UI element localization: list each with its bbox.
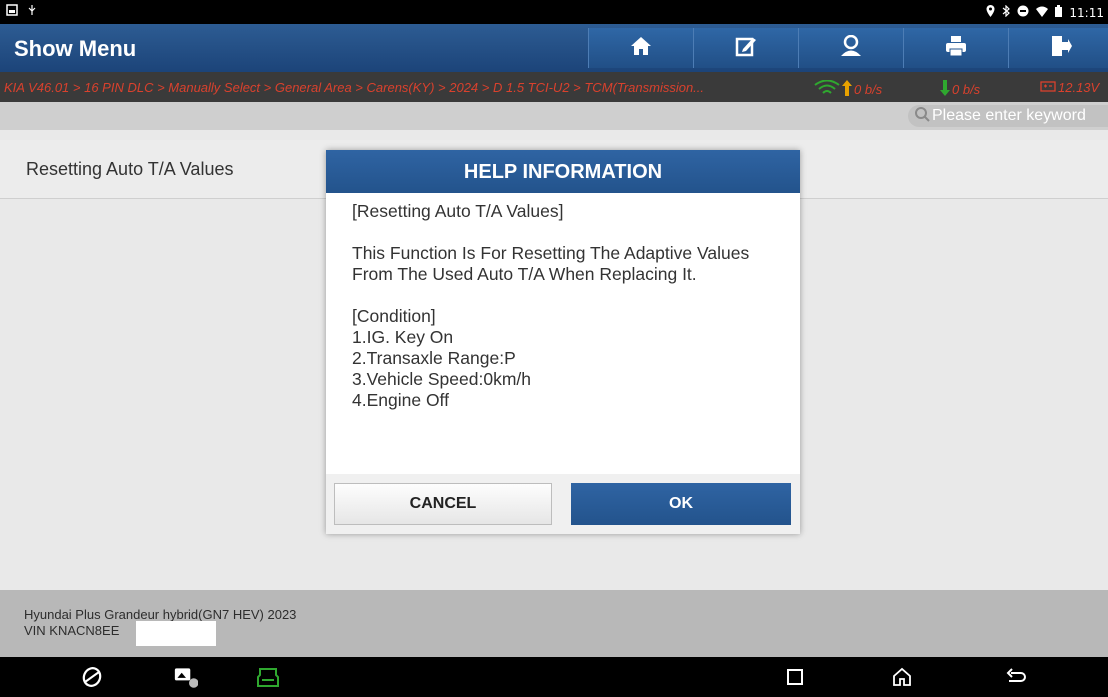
- dialog-line: 4.Engine Off: [352, 390, 449, 410]
- dialog-footer: CANCEL OK: [326, 474, 800, 534]
- system-nav-bar: [0, 657, 1108, 697]
- vehicle-name: Hyundai Plus Grandeur hybrid(GN7 HEV) 20…: [24, 607, 297, 622]
- wifi-signal-icon: [814, 79, 840, 99]
- vin-redaction: [136, 621, 216, 646]
- battery-icon: [1055, 5, 1063, 20]
- screenshot-icon: [6, 4, 18, 16]
- help-dialog: HELP INFORMATION [Resetting Auto T/A Val…: [326, 150, 800, 534]
- status-bar: 11:11: [0, 0, 1108, 24]
- page-title: Show Menu: [14, 36, 137, 61]
- list-item-label: Resetting Auto T/A Values: [26, 159, 234, 179]
- dialog-title: HELP INFORMATION: [326, 150, 800, 193]
- print-icon: [945, 35, 967, 62]
- dialog-line: This Function Is For Resetting The Adapt…: [352, 243, 750, 284]
- dialog-line: 1.IG. Key On: [352, 327, 454, 347]
- breadcrumb-bar: KIA V46.01 > 16 PIN DLC > Manually Selec…: [0, 72, 1108, 102]
- browser-icon[interactable]: [80, 665, 104, 689]
- recents-button[interactable]: [783, 665, 807, 689]
- gallery-icon[interactable]: [174, 665, 198, 689]
- breadcrumb: KIA V46.01 > 16 PIN DLC > Manually Selec…: [4, 80, 705, 95]
- clock: 11:11: [1069, 5, 1104, 20]
- usb-icon: [26, 4, 38, 16]
- home-nav-button[interactable]: [890, 665, 914, 689]
- search-placeholder: Please enter keyword: [932, 107, 1086, 124]
- dialog-body: [Resetting Auto T/A Values] This Functio…: [352, 201, 782, 411]
- back-button[interactable]: [1004, 665, 1028, 689]
- dialog-line: 3.Vehicle Speed:0km/h: [352, 369, 532, 389]
- location-icon: [986, 5, 995, 20]
- download-speed: 0 b/s: [940, 80, 980, 99]
- vci-icon[interactable]: [256, 665, 280, 689]
- search-input[interactable]: Please enter keyword: [908, 105, 1108, 127]
- upload-speed: 0 b/s: [814, 79, 882, 99]
- ok-button[interactable]: OK: [571, 483, 791, 525]
- voltage-readout: 12.13V: [1040, 80, 1099, 95]
- home-icon: [630, 36, 652, 61]
- user-icon: [839, 34, 863, 62]
- search-icon: [914, 106, 930, 127]
- print-button[interactable]: [903, 28, 1008, 68]
- edit-report-button[interactable]: [693, 28, 798, 68]
- exit-button[interactable]: [1008, 28, 1108, 68]
- edit-report-icon: [735, 35, 757, 62]
- exit-icon: [1050, 35, 1072, 62]
- user-button[interactable]: [798, 28, 903, 68]
- dialog-line: [Condition]: [352, 306, 436, 326]
- dialog-line: 2.Transaxle Range:P: [352, 348, 516, 368]
- upload-arrow-icon: [842, 80, 852, 99]
- wifi-icon: [1036, 6, 1049, 20]
- bluetooth-icon: [1002, 4, 1011, 20]
- home-button[interactable]: [588, 28, 693, 68]
- battery-voltage-icon: [1040, 80, 1056, 95]
- dialog-line: [Resetting Auto T/A Values]: [352, 201, 564, 221]
- title-bar: Show Menu: [0, 24, 1108, 72]
- cancel-button[interactable]: CANCEL: [334, 483, 552, 525]
- download-arrow-icon: [940, 80, 950, 99]
- search-row: Please enter keyword: [0, 102, 1108, 130]
- vin-label: VIN KNACN8EE: [24, 623, 120, 638]
- vehicle-info-footer: Hyundai Plus Grandeur hybrid(GN7 HEV) 20…: [0, 590, 1108, 657]
- dnd-icon: [1017, 5, 1029, 20]
